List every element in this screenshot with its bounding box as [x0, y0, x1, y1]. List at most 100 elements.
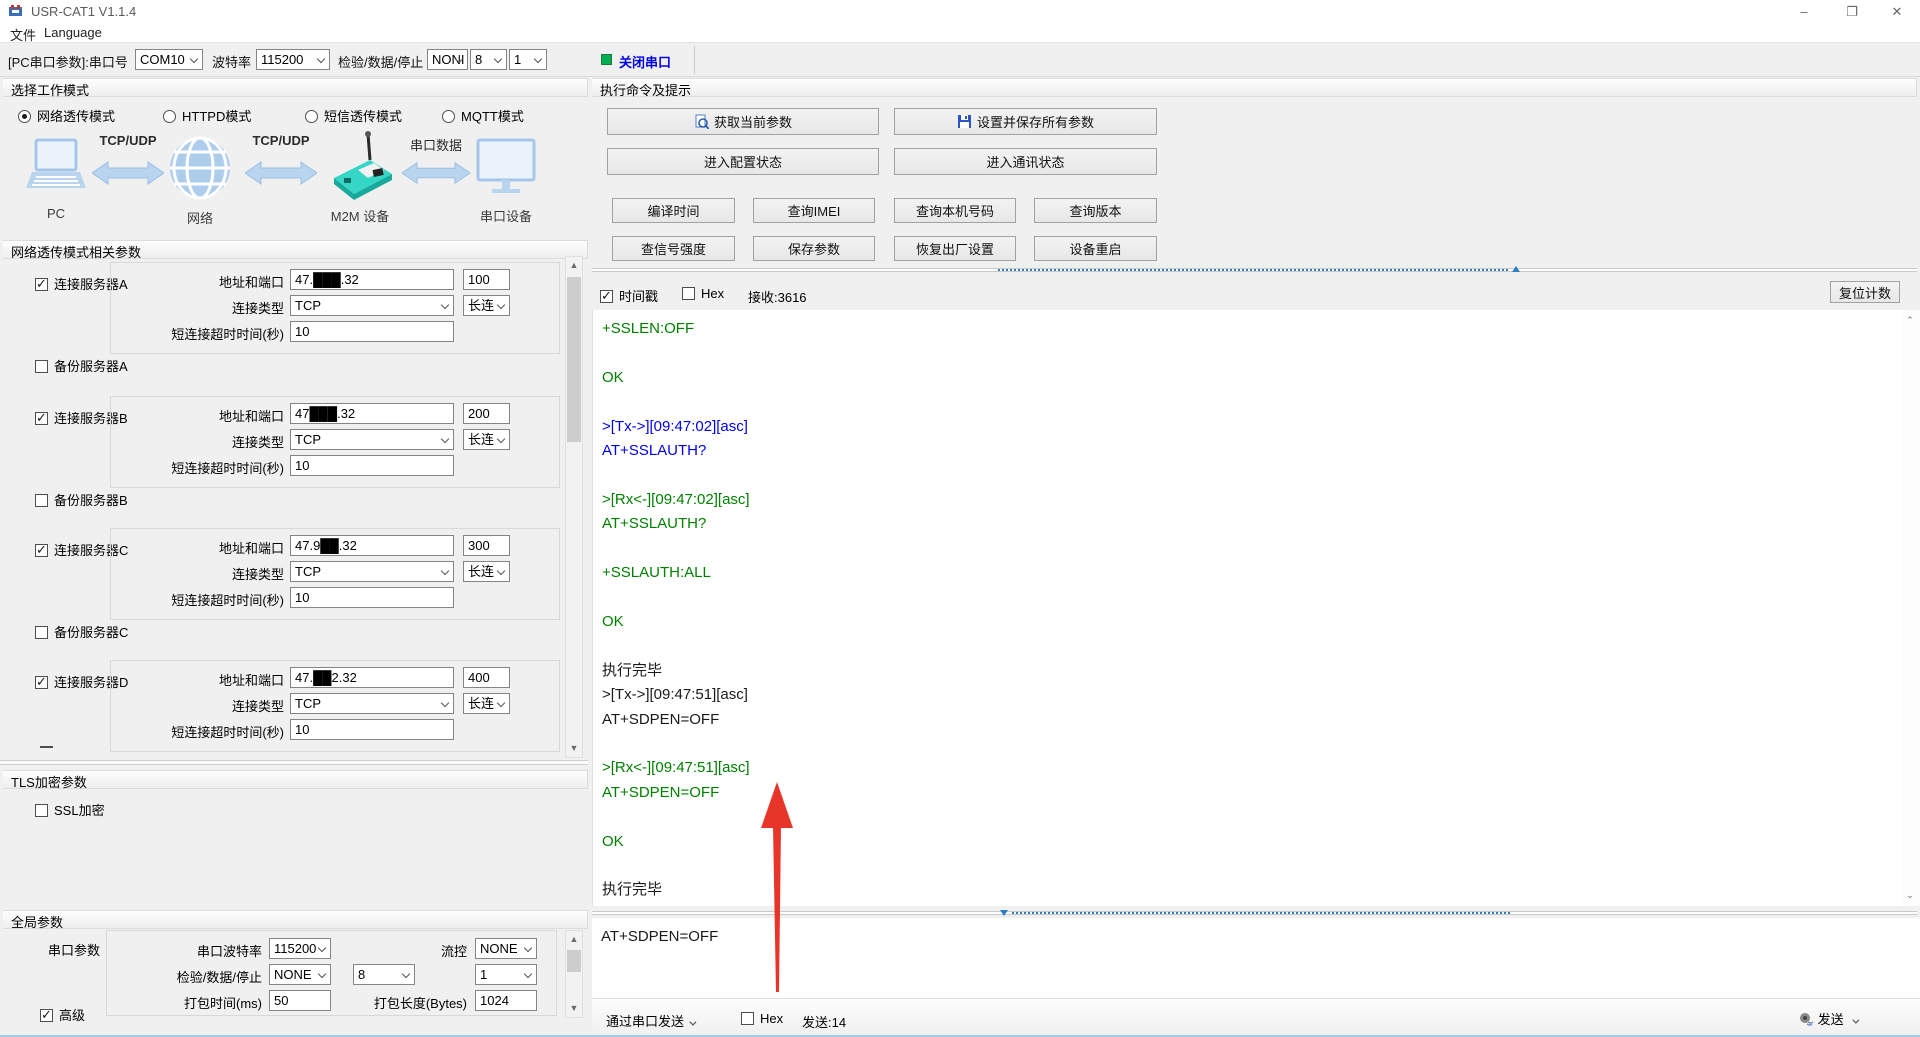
radio-icon[interactable] — [442, 110, 455, 123]
backup-server-checkbox[interactable]: 备份服务器C — [35, 622, 128, 641]
timeout-input[interactable]: 10 — [290, 321, 454, 342]
cmd-button-2[interactable]: 设置并保存所有参数 — [894, 108, 1157, 135]
global-databits-select[interactable]: 8 — [353, 964, 415, 985]
server-list-scrollbar[interactable]: ▲ ▼ — [565, 256, 583, 758]
checkbox-icon[interactable] — [35, 804, 48, 817]
menu-file[interactable]: 文件 — [10, 25, 36, 44]
parity-select[interactable]: NONI — [427, 49, 468, 70]
scroll-up-icon[interactable]: ▲ — [566, 257, 582, 274]
radio-icon[interactable] — [163, 110, 176, 123]
splitter-collapse-icon[interactable] — [1512, 266, 1520, 272]
timestamp-checkbox[interactable]: 时间戳 — [600, 286, 658, 305]
scroll-up-icon[interactable]: ▲ — [566, 931, 582, 948]
server-address-input[interactable]: 47.██2.32 — [290, 667, 454, 688]
global-stopbits-select[interactable]: 1 — [475, 964, 537, 985]
server-port-input[interactable]: 300 — [463, 535, 510, 556]
databits-select[interactable]: 8 — [470, 49, 507, 70]
flow-select[interactable]: NONE — [475, 938, 537, 959]
radio-icon[interactable] — [305, 110, 318, 123]
splitter-dots[interactable] — [998, 269, 1508, 271]
scroll-down-icon[interactable]: ▼ — [566, 1000, 582, 1017]
pack-time-input[interactable]: 50 — [269, 990, 331, 1011]
keep-alive-select[interactable]: 长连 — [463, 295, 510, 316]
query-button-4[interactable]: 查询版本 — [1034, 198, 1157, 223]
backup-server-checkbox[interactable]: 备份服务器A — [35, 356, 128, 375]
query-button-6[interactable]: 保存参数 — [753, 236, 875, 261]
checkbox-icon[interactable] — [35, 278, 48, 291]
backup-server-checkbox[interactable]: 备份服务器B — [35, 490, 128, 509]
global-scrollbar[interactable]: ▲ ▼ — [565, 930, 583, 1018]
splitter-collapse-icon[interactable] — [1000, 910, 1008, 916]
checkbox-icon[interactable] — [682, 287, 695, 300]
menu-language[interactable]: Language — [44, 25, 102, 40]
server-port-input[interactable]: 200 — [463, 403, 510, 424]
send-hex-checkbox[interactable]: Hex — [741, 1011, 783, 1026]
server-port-input[interactable]: 100 — [463, 269, 510, 290]
maximize-button[interactable]: ❐ — [1829, 0, 1875, 23]
log-scrollbar[interactable]: ⌃ ⌄ — [1902, 310, 1920, 906]
radio-icon[interactable] — [18, 110, 31, 123]
keep-alive-select[interactable]: 长连 — [463, 429, 510, 450]
mode-radio-2[interactable]: HTTPD模式 — [163, 106, 251, 125]
keep-alive-select[interactable]: 长连 — [463, 561, 510, 582]
checkbox-icon[interactable] — [600, 290, 613, 303]
timeout-input[interactable]: 10 — [290, 587, 454, 608]
baud-select[interactable]: 115200 — [256, 49, 330, 70]
checkbox-icon[interactable] — [741, 1012, 754, 1025]
query-button-2[interactable]: 查询IMEI — [753, 198, 875, 223]
close-button[interactable]: ✕ — [1874, 0, 1920, 23]
via-serial-dropdown[interactable]: 通过串口发送 — [606, 1011, 694, 1030]
ssl-encrypt-checkbox[interactable]: SSL加密 — [35, 800, 105, 819]
query-button-8[interactable]: 设备重启 — [1034, 236, 1157, 261]
checkbox-icon[interactable] — [35, 360, 48, 373]
mode-radio-1[interactable]: 网络透传模式 — [18, 106, 115, 125]
mode-radio-3[interactable]: 短信透传模式 — [305, 106, 402, 125]
checkbox-icon[interactable] — [35, 676, 48, 689]
global-parity-select[interactable]: NONE — [269, 964, 331, 985]
advanced-checkbox[interactable]: 高级 — [40, 1005, 85, 1024]
scroll-thumb[interactable] — [567, 277, 581, 442]
server-address-input[interactable]: 47███.32 — [290, 403, 454, 424]
checkbox-icon[interactable] — [35, 494, 48, 507]
field-label: 连接类型 — [119, 432, 284, 451]
conn-type-select[interactable]: TCP — [290, 295, 454, 316]
close-serial-button[interactable]: 关闭串口 — [619, 52, 671, 71]
timeout-input[interactable]: 10 — [290, 455, 454, 476]
cmd-button-4[interactable]: 进入通讯状态 — [894, 148, 1157, 175]
log-hex-checkbox[interactable]: Hex — [682, 286, 724, 301]
server-port-input[interactable]: 400 — [463, 667, 510, 688]
minimize-button[interactable]: – — [1781, 0, 1827, 23]
reset-count-button[interactable]: 复位计数 — [1830, 281, 1900, 303]
checkbox-icon[interactable] — [40, 1009, 53, 1022]
checkbox-icon[interactable] — [35, 412, 48, 425]
chevron-down-icon — [494, 55, 502, 63]
scroll-up-icon[interactable]: ⌃ — [1902, 312, 1918, 329]
query-button-3[interactable]: 查询本机号码 — [894, 198, 1016, 223]
mode-radio-4[interactable]: MQTT模式 — [442, 106, 524, 125]
cmd-button-3[interactable]: 进入配置状态 — [607, 148, 879, 175]
com-port-select[interactable]: COM10 — [135, 49, 203, 70]
chevron-down-icon — [1853, 1017, 1860, 1024]
server-address-input[interactable]: 47.9██.32 — [290, 535, 454, 556]
query-button-5[interactable]: 查信号强度 — [612, 236, 735, 261]
scroll-thumb[interactable] — [567, 950, 581, 972]
stopbits-select[interactable]: 1 — [509, 49, 547, 70]
conn-type-select[interactable]: TCP — [290, 429, 454, 450]
timeout-input[interactable]: 10 — [290, 719, 454, 740]
pack-len-input[interactable]: 1024 — [475, 990, 537, 1011]
keep-alive-select[interactable]: 长连 — [463, 693, 510, 714]
checkbox-icon[interactable] — [35, 544, 48, 557]
scroll-down-icon[interactable]: ▼ — [566, 740, 582, 757]
conn-type-select[interactable]: TCP — [290, 693, 454, 714]
query-button-7[interactable]: 恢复出厂设置 — [894, 236, 1016, 261]
send-button[interactable]: 发送 — [1798, 1009, 1857, 1028]
global-baud-select[interactable]: 115200 — [269, 938, 331, 959]
conn-type-select[interactable]: TCP — [290, 561, 454, 582]
cmd-button-1[interactable]: 获取当前参数 — [607, 108, 879, 135]
checkbox-icon[interactable] — [35, 626, 48, 639]
send-text[interactable]: AT+SDPEN=OFF — [601, 928, 718, 945]
server-address-input[interactable]: 47.███.32 — [290, 269, 454, 290]
splitter-dots[interactable] — [1012, 912, 1510, 914]
scroll-down-icon[interactable]: ⌄ — [1902, 887, 1918, 904]
query-button-1[interactable]: 编译时间 — [612, 198, 735, 223]
